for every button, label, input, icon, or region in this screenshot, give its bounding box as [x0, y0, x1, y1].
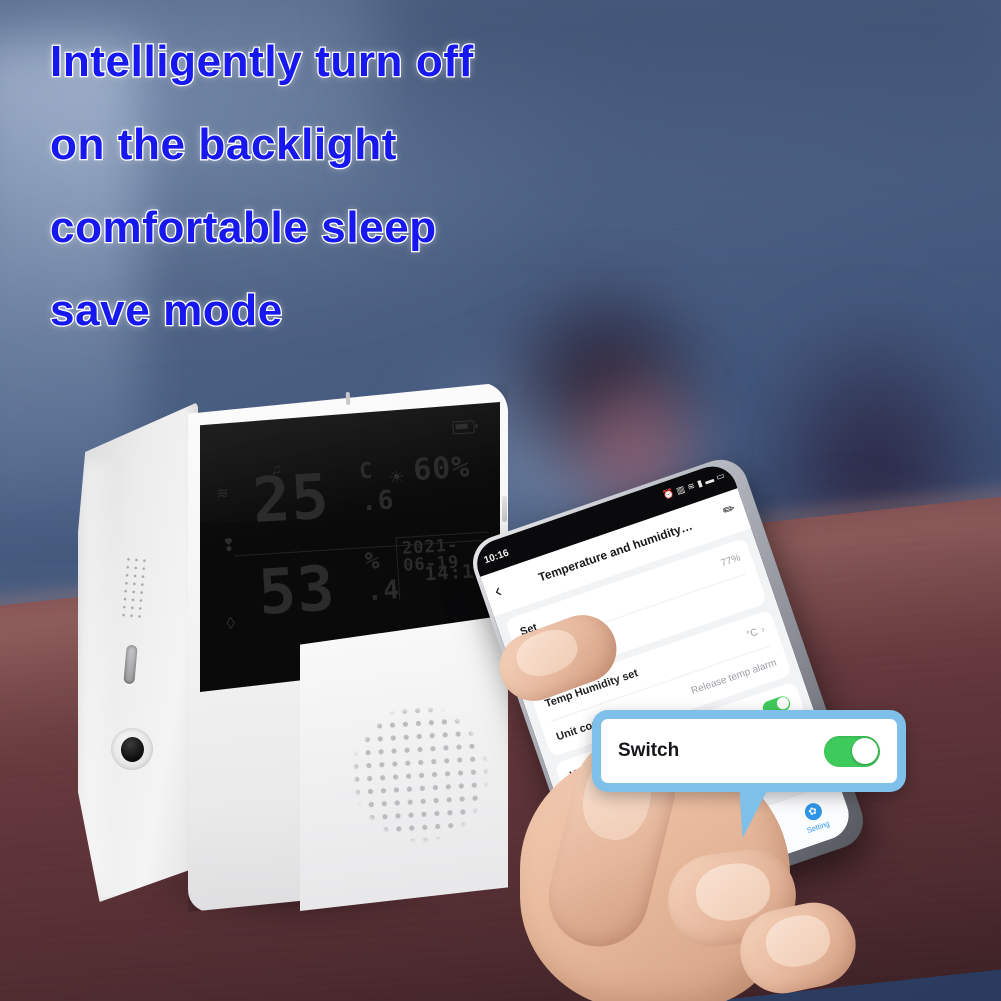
device-side-highlight	[82, 462, 118, 882]
lcd-temperature-unit: C	[358, 458, 375, 485]
callout-inner: Switch	[601, 719, 897, 783]
wifi-icon: ≋	[685, 480, 697, 493]
signal-icon: ▮	[695, 477, 704, 489]
callout-label: Switch	[618, 740, 680, 761]
headline-line-3: comfortable sleep	[49, 203, 438, 252]
lcd-temperature-decimal: .6	[360, 485, 396, 518]
lcd-thermometer-icon: ❢	[221, 535, 237, 556]
lcd-droplet-icon: ◊	[225, 613, 236, 634]
hand	[489, 605, 864, 1001]
device-left-side	[78, 402, 198, 902]
sensor-device: ≋ ♫ ❢ ◊ 25 C .6 ☀ 60% 53 % .4 2021-06-19…	[78, 368, 508, 938]
lcd-humidity-unit: %	[363, 546, 382, 576]
lcd-brightness-icon: ☀	[388, 466, 406, 488]
headline-line-2: on the backlight	[49, 120, 398, 169]
lcd-humidity-decimal: .4	[365, 575, 401, 608]
battery-icon: ▭	[714, 470, 726, 483]
sd-card-icon: ▥	[674, 483, 687, 496]
headline-line-4: save mode	[49, 286, 284, 335]
switch-toggle[interactable]	[824, 735, 880, 767]
lcd-brightness-value: 60%	[412, 449, 472, 489]
statusbar-clock: 10:16	[482, 547, 511, 567]
lcd-battery-icon	[452, 420, 476, 435]
alarm-icon: ⏰	[661, 487, 676, 501]
headline-block: Intelligently turn off on the backlight …	[49, 37, 690, 335]
lcd-wifi-icon: ≋	[215, 484, 230, 503]
device-vent-holes	[119, 554, 151, 622]
lcd-humidity-value: 53	[256, 551, 338, 629]
probe-jack-hole	[119, 736, 146, 763]
data-icon: ▬	[703, 473, 716, 487]
headline-line-1: Intelligently turn off	[49, 37, 475, 86]
switch-callout: Switch	[592, 710, 906, 838]
row-value-battery-percent: 77%	[719, 552, 742, 569]
lcd-temperature-value: 25	[250, 459, 332, 538]
sensor-pinhole	[345, 391, 351, 406]
product-marketing-image: Intelligently turn off on the backlight …	[0, 0, 1001, 1001]
